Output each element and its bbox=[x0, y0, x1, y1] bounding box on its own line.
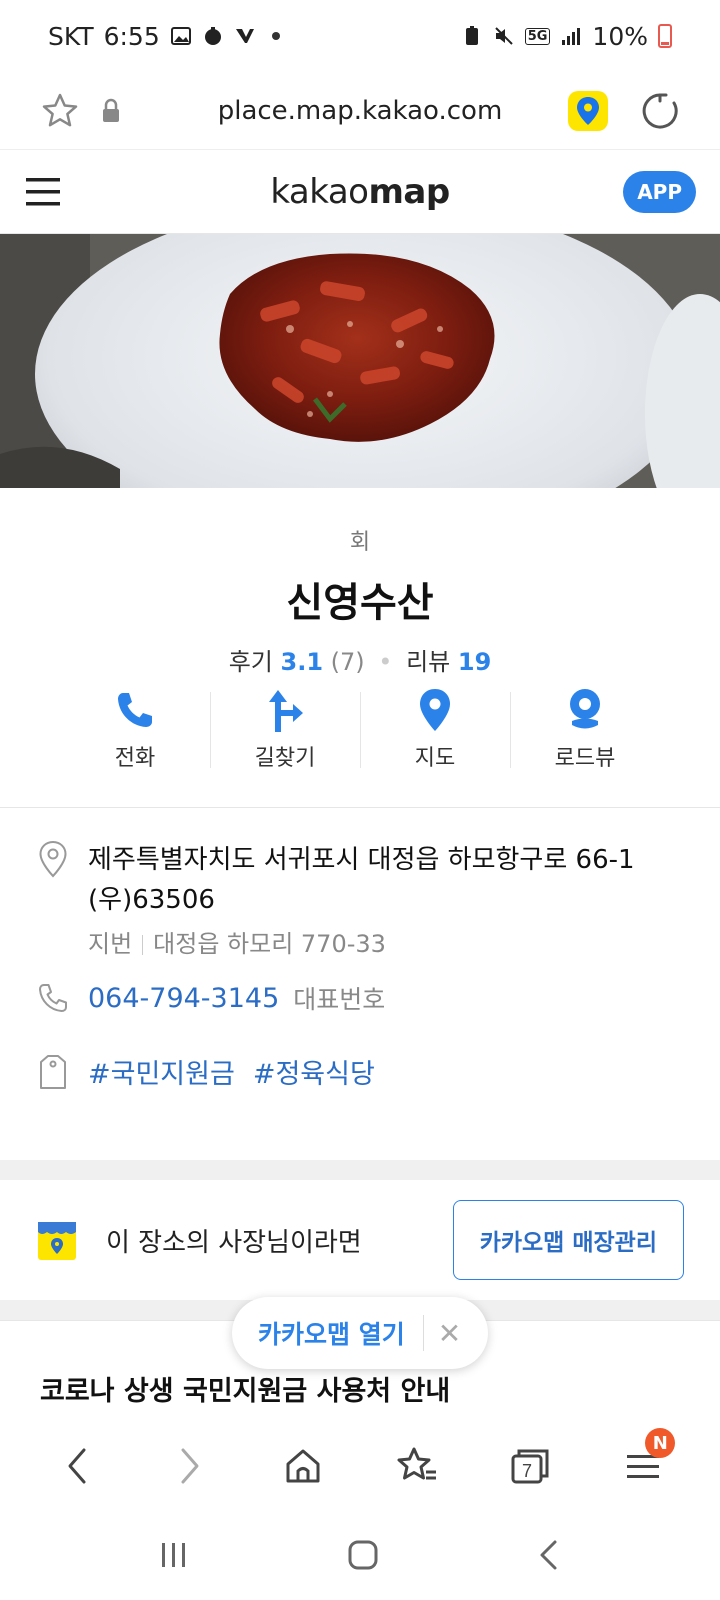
tabs-button[interactable]: 7 bbox=[500, 1436, 560, 1496]
call-label: 전화 bbox=[114, 746, 156, 771]
jibun-address-row: 지번 대정읍 하모리 770-33 bbox=[88, 924, 635, 959]
phone-outline-icon bbox=[39, 984, 67, 1012]
map-pin-icon bbox=[577, 96, 599, 125]
jibun-label: 지번 bbox=[88, 930, 133, 958]
owner-section: 이 장소의 사장님이라면 카카오맵 매장관리 bbox=[0, 1180, 720, 1300]
call-button[interactable]: 전화 bbox=[60, 688, 210, 772]
menu-badge: N bbox=[645, 1428, 676, 1458]
back-nav-icon[interactable] bbox=[537, 1539, 561, 1571]
logo-bold: map bbox=[368, 171, 450, 212]
location-outline-icon bbox=[39, 840, 67, 878]
review-count[interactable]: (7) bbox=[331, 648, 365, 676]
close-icon[interactable]: ✕ bbox=[438, 1317, 461, 1350]
notice-title[interactable]: 코로나 상생 국민지원금 사용처 안내 bbox=[40, 1369, 450, 1408]
battery-icon bbox=[658, 24, 672, 48]
owner-prompt-text: 이 장소의 사장님이라면 bbox=[106, 1227, 362, 1258]
road-address[interactable]: 제주특별자치도 서귀포시 대정읍 하모항구로 66-1 bbox=[88, 840, 635, 880]
tab-count: 7 bbox=[522, 1461, 532, 1481]
carrier-label: SKT bbox=[48, 21, 94, 51]
place-category: 회 bbox=[349, 530, 371, 555]
app-notification-icon bbox=[204, 27, 221, 45]
section-divider bbox=[0, 1160, 720, 1180]
address-row: 제주특별자치도 서귀포시 대정읍 하모항구로 66-1 (우)63506 지번 대… bbox=[36, 840, 684, 959]
battery-percent: 10% bbox=[592, 21, 648, 51]
network-type: 5G bbox=[524, 27, 551, 45]
directions-button[interactable]: 길찾기 bbox=[210, 688, 360, 772]
directions-icon bbox=[269, 690, 303, 732]
home-button[interactable] bbox=[273, 1436, 333, 1496]
place-photo[interactable] bbox=[0, 234, 720, 488]
browser-url-bar: place.map.kakao.com bbox=[0, 72, 720, 150]
tag-link[interactable]: #국민지원금 bbox=[88, 1052, 235, 1091]
pill-divider bbox=[422, 1315, 424, 1351]
food-photo-image bbox=[0, 234, 720, 488]
chevron-right-icon bbox=[181, 1448, 199, 1484]
clock: 6:55 bbox=[103, 21, 160, 51]
chevron-left-icon bbox=[68, 1448, 86, 1484]
app-notification-icon-2 bbox=[235, 29, 254, 43]
blog-review-label: 리뷰 bbox=[406, 648, 451, 676]
kakaomap-header: kakaomap APP bbox=[0, 150, 720, 234]
battery-saver-icon bbox=[465, 26, 478, 45]
map-label: 지도 bbox=[414, 746, 456, 771]
signal-icon bbox=[562, 28, 581, 45]
review-score[interactable]: 3.1 bbox=[281, 648, 324, 676]
open-kakaomap-banner: 카카오맵 열기 ✕ bbox=[232, 1297, 488, 1369]
gallery-notification-icon bbox=[170, 27, 191, 45]
home-nav-icon[interactable] bbox=[347, 1539, 379, 1571]
kakaomap-logo[interactable]: kakaomap bbox=[0, 172, 720, 212]
map-button[interactable]: 지도 bbox=[360, 688, 510, 772]
bookmarks-button[interactable] bbox=[387, 1436, 447, 1496]
back-button[interactable] bbox=[47, 1436, 107, 1496]
reload-icon[interactable] bbox=[640, 91, 680, 131]
phone-number-link[interactable]: 064-794-3145 bbox=[88, 983, 279, 1014]
open-kakaomap-button[interactable]: 카카오맵 열기 bbox=[258, 1315, 405, 1351]
place-name: 신영수산 bbox=[286, 580, 434, 626]
bookmark-star-icon[interactable] bbox=[40, 91, 80, 131]
tag-outline-icon bbox=[40, 1054, 66, 1089]
logo-light: kakao bbox=[270, 171, 369, 212]
map-pin-icon bbox=[420, 689, 450, 731]
menu-button[interactable]: N bbox=[613, 1428, 676, 1496]
roadview-button[interactable]: 로드뷰 bbox=[510, 688, 660, 772]
phone-type-label: 대표번호 bbox=[293, 985, 386, 1014]
jibun-address: 대정읍 하모리 770-33 bbox=[153, 930, 386, 958]
mute-icon bbox=[494, 27, 513, 45]
rating-separator: • bbox=[378, 648, 393, 676]
roadview-label: 로드뷰 bbox=[554, 746, 616, 771]
store-management-button[interactable]: 카카오맵 매장관리 bbox=[452, 1200, 684, 1280]
recent-apps-icon[interactable] bbox=[159, 1541, 189, 1569]
status-bar: SKT 6:55 5G 10% bbox=[0, 0, 720, 72]
blog-review-count[interactable]: 19 bbox=[458, 648, 491, 676]
tag-link[interactable]: #정육식당 bbox=[253, 1052, 375, 1091]
store-icon bbox=[38, 1222, 76, 1260]
postal-code: (우)63506 bbox=[88, 885, 215, 915]
bookmarks-star-icon bbox=[397, 1447, 436, 1480]
home-icon bbox=[286, 1449, 320, 1483]
tabs-icon: 7 bbox=[511, 1449, 549, 1484]
phone-row: 064-794-3145 대표번호 bbox=[36, 980, 684, 1016]
place-details: 제주특별자치도 서귀포시 대정읍 하모항구로 66-1 (우)63506 지번대… bbox=[0, 808, 720, 1160]
lock-icon bbox=[103, 98, 119, 122]
phone-icon bbox=[118, 693, 152, 727]
roadview-icon bbox=[570, 689, 600, 729]
system-navigation-bar bbox=[0, 1510, 720, 1600]
forward-button[interactable] bbox=[160, 1436, 220, 1496]
directions-label: 길찾기 bbox=[254, 746, 316, 771]
action-bar: 전화 길찾기 지도 로드뷰 bbox=[60, 688, 660, 772]
kakaomap-extension-button[interactable] bbox=[568, 90, 608, 131]
review-label: 후기 bbox=[228, 648, 273, 676]
more-notifications-dot bbox=[271, 32, 280, 40]
browser-toolbar: 7 N bbox=[0, 1422, 720, 1510]
tags-row: #국민지원금 #정육식당 bbox=[36, 1052, 684, 1091]
rating-row: 후기 3.1 (7) • 리뷰 19 bbox=[0, 642, 720, 677]
